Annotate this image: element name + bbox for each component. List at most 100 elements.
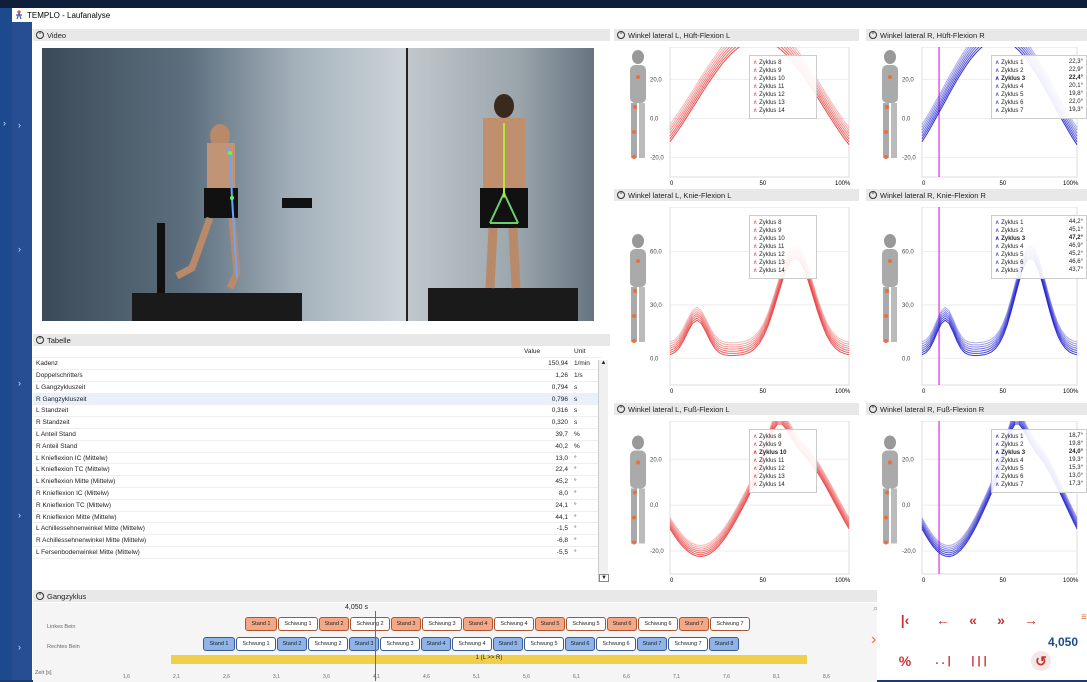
table-row[interactable]: Doppelschritte/s 1,26 1/s xyxy=(33,369,601,382)
gait-phase[interactable]: Stand 4 xyxy=(463,617,493,631)
legend-entry[interactable]: ∧ Zyklus 11 xyxy=(753,243,813,251)
step-forward-button[interactable]: → xyxy=(1021,610,1041,630)
gait-phase[interactable]: Schwung 2 xyxy=(308,637,348,651)
gait-phase[interactable]: Stand 7 xyxy=(637,637,667,651)
legend-entry[interactable]: ∧ Zyklus 8 xyxy=(753,59,813,67)
table-row[interactable]: L Knieflexion TC (Mittelw) 22,4 ° xyxy=(33,463,601,477)
legend-entry[interactable]: ∧ Zyklus 4 46,9° xyxy=(995,243,1083,251)
sidebar-expand-icon[interactable]: › xyxy=(3,118,6,128)
legend-entry[interactable]: ∧ Zyklus 9 xyxy=(753,67,813,75)
column-header[interactable]: Value xyxy=(521,346,571,359)
gait-phase[interactable]: Stand 7 xyxy=(679,617,709,631)
gait-phase[interactable]: Stand 6 xyxy=(565,637,595,651)
legend-entry[interactable]: ∧ Zyklus 9 xyxy=(753,227,813,235)
legend-entry[interactable]: ∧ Zyklus 14 xyxy=(753,481,813,489)
legend-entry[interactable]: ∧ Zyklus 11 xyxy=(753,457,813,465)
step-back-button[interactable]: ← xyxy=(933,610,953,630)
gait-phase[interactable]: Stand 8 xyxy=(709,637,739,651)
video-panel-header[interactable]: ^ Video xyxy=(33,29,610,41)
table-row[interactable]: L Fersenbodenwinkel Mitte (Mittelw) -5,5 ° xyxy=(33,546,601,559)
table-row[interactable]: R Achillessehnenwinkel Mitte (Mittelw) -6… xyxy=(33,534,601,548)
legend-entry[interactable]: ∧ Zyklus 7 17,3° xyxy=(995,481,1083,489)
legend-entry[interactable]: ∧ Zyklus 1 18,7° xyxy=(995,433,1083,441)
legend-entry[interactable]: ∧ Zyklus 14 xyxy=(753,107,813,115)
collapse-icon[interactable]: ^ xyxy=(869,191,877,199)
chart-header[interactable]: ^ Winkel lateral R, Hüft-Flexion R xyxy=(866,29,1087,41)
table-row[interactable]: R Standzeit 0,320 s xyxy=(33,416,601,430)
zoom-icon[interactable]: ⌕ xyxy=(873,603,878,614)
skip-start-button[interactable]: |‹ xyxy=(895,610,915,630)
legend-entry[interactable]: ∧ Zyklus 12 xyxy=(753,251,813,259)
legend-entry[interactable]: ∧ Zyklus 1 22,3° xyxy=(995,59,1083,67)
gait-phase[interactable]: Schwung 7 xyxy=(710,617,750,631)
legend-entry[interactable]: ∧ Zyklus 3 22,4° xyxy=(995,75,1083,83)
fast-forward-button[interactable]: » xyxy=(991,610,1011,630)
tabelle-panel-header[interactable]: ^ Tabelle xyxy=(33,334,610,346)
legend-entry[interactable]: ∧ Zyklus 6 13,0° xyxy=(995,473,1083,481)
column-header[interactable]: Unit xyxy=(571,346,601,359)
legend-entry[interactable]: ∧ Zyklus 8 xyxy=(753,219,813,227)
gangzyklus-panel-header[interactable]: ^ Gangzyklus xyxy=(33,590,877,602)
gait-phase[interactable]: Stand 1 xyxy=(245,617,277,631)
gait-phase[interactable]: Stand 2 xyxy=(277,637,307,651)
table-row-selected[interactable]: R Gangzykluszeit 0,796 s xyxy=(33,393,601,406)
legend-entry[interactable]: ∧ Zyklus 9 xyxy=(753,441,813,449)
gait-phase[interactable]: Stand 3 xyxy=(391,617,421,631)
table-row[interactable]: R Knieflexion IC (Mittelw) 8,0 ° xyxy=(33,487,601,500)
gait-phase[interactable]: Schwung 2 xyxy=(350,617,390,631)
expand-icon[interactable]: › xyxy=(18,120,21,130)
chart-header[interactable]: ^ Winkel lateral L, Fuß-Flexion L xyxy=(614,403,859,415)
collapse-icon[interactable]: ^ xyxy=(36,336,44,344)
gait-timeline[interactable]: 4,050 s Linkes Bein Rechtes Bein Zeit [s… xyxy=(33,603,877,682)
legend-entry[interactable]: ∧ Zyklus 8 xyxy=(753,433,813,441)
legend-entry[interactable]: ∧ Zyklus 7 43,7° xyxy=(995,267,1083,275)
legend-entry[interactable]: ∧ Zyklus 10 xyxy=(753,235,813,243)
expand-icon[interactable]: › xyxy=(18,244,21,254)
chart-header[interactable]: ^ Winkel lateral L, Knie-Flexion L xyxy=(614,189,859,201)
gait-phase[interactable]: Stand 5 xyxy=(493,637,523,651)
gait-phase[interactable]: Schwung 6 xyxy=(596,637,636,651)
legend-entry[interactable]: ∧ Zyklus 2 19,8° xyxy=(995,441,1083,449)
table-row[interactable]: L Anteil Stand 39,7% xyxy=(33,428,601,441)
legend-entry[interactable]: ∧ Zyklus 13 xyxy=(753,259,813,267)
legend-entry[interactable]: ∧ Zyklus 5 15,3° xyxy=(995,465,1083,473)
video-view[interactable] xyxy=(42,48,594,321)
chart-header[interactable]: ^ Winkel lateral R, Knie-Flexion R xyxy=(866,189,1087,201)
gait-phase[interactable]: Schwung 3 xyxy=(422,617,462,631)
legend-entry[interactable]: ∧ Zyklus 3 47,2° xyxy=(995,235,1083,243)
legend-entry[interactable]: ∧ Zyklus 12 xyxy=(753,91,813,99)
table-row[interactable]: L Achillessehnenwinkel Mitte (Mittelw) -1… xyxy=(33,522,601,536)
legend-entry[interactable]: ∧ Zyklus 7 19,3° xyxy=(995,107,1083,115)
gait-phase[interactable]: Schwung 1 xyxy=(236,637,276,651)
legend-entry[interactable]: ∧ Zyklus 3 24,0° xyxy=(995,449,1083,457)
table-row[interactable]: R Anteil Stand 40,2% xyxy=(33,440,601,453)
double-support-bar[interactable]: 1 (L >> R) xyxy=(171,655,807,664)
gait-phase[interactable]: Schwung 6 xyxy=(638,617,678,631)
legend-entry[interactable]: ∧ Zyklus 14 xyxy=(753,267,813,275)
gait-phase[interactable]: Stand 6 xyxy=(607,617,637,631)
legend-entry[interactable]: ∧ Zyklus 13 xyxy=(753,473,813,481)
legend-entry[interactable]: ∧ Zyklus 5 45,2° xyxy=(995,251,1083,259)
table-row[interactable]: L Knieflexion Mitte (Mittelw) 45,2 ° xyxy=(33,475,601,489)
gait-phase[interactable]: Stand 5 xyxy=(535,617,565,631)
legend-entry[interactable]: ∧ Zyklus 4 20,1° xyxy=(995,83,1083,91)
scroll-down-icon[interactable]: ▼ xyxy=(599,574,609,582)
collapse-icon[interactable]: ^ xyxy=(617,405,625,413)
gait-phase[interactable]: Schwung 5 xyxy=(566,617,606,631)
table-scrollbar[interactable]: ▲ ▼ xyxy=(598,360,609,582)
table-row[interactable]: R Knieflexion Mitte (Mittelw) 44,1 ° xyxy=(33,511,601,524)
legend-entry[interactable]: ∧ Zyklus 10 xyxy=(753,75,813,83)
gait-phase[interactable]: Stand 1 xyxy=(203,637,235,651)
gait-phase[interactable]: Schwung 4 xyxy=(452,637,492,651)
speed-fast-button[interactable]: | | | xyxy=(969,651,989,671)
undo-icon[interactable]: ↺ xyxy=(1031,651,1051,671)
gait-phase[interactable]: Schwung 1 xyxy=(278,617,318,631)
collapse-icon[interactable]: ^ xyxy=(869,405,877,413)
gait-phase[interactable]: Stand 4 xyxy=(421,637,451,651)
scroll-up-icon[interactable]: ▲ xyxy=(599,360,608,366)
table-row[interactable]: Kadenz 150,94 1/min xyxy=(33,357,601,371)
table-row[interactable]: R Knieflexion TC (Mittelw) 24,1 ° xyxy=(33,499,601,512)
collapse-icon[interactable]: ^ xyxy=(36,31,44,39)
gait-phase[interactable]: Schwung 3 xyxy=(380,637,420,651)
legend-entry[interactable]: ∧ Zyklus 2 45,1° xyxy=(995,227,1083,235)
